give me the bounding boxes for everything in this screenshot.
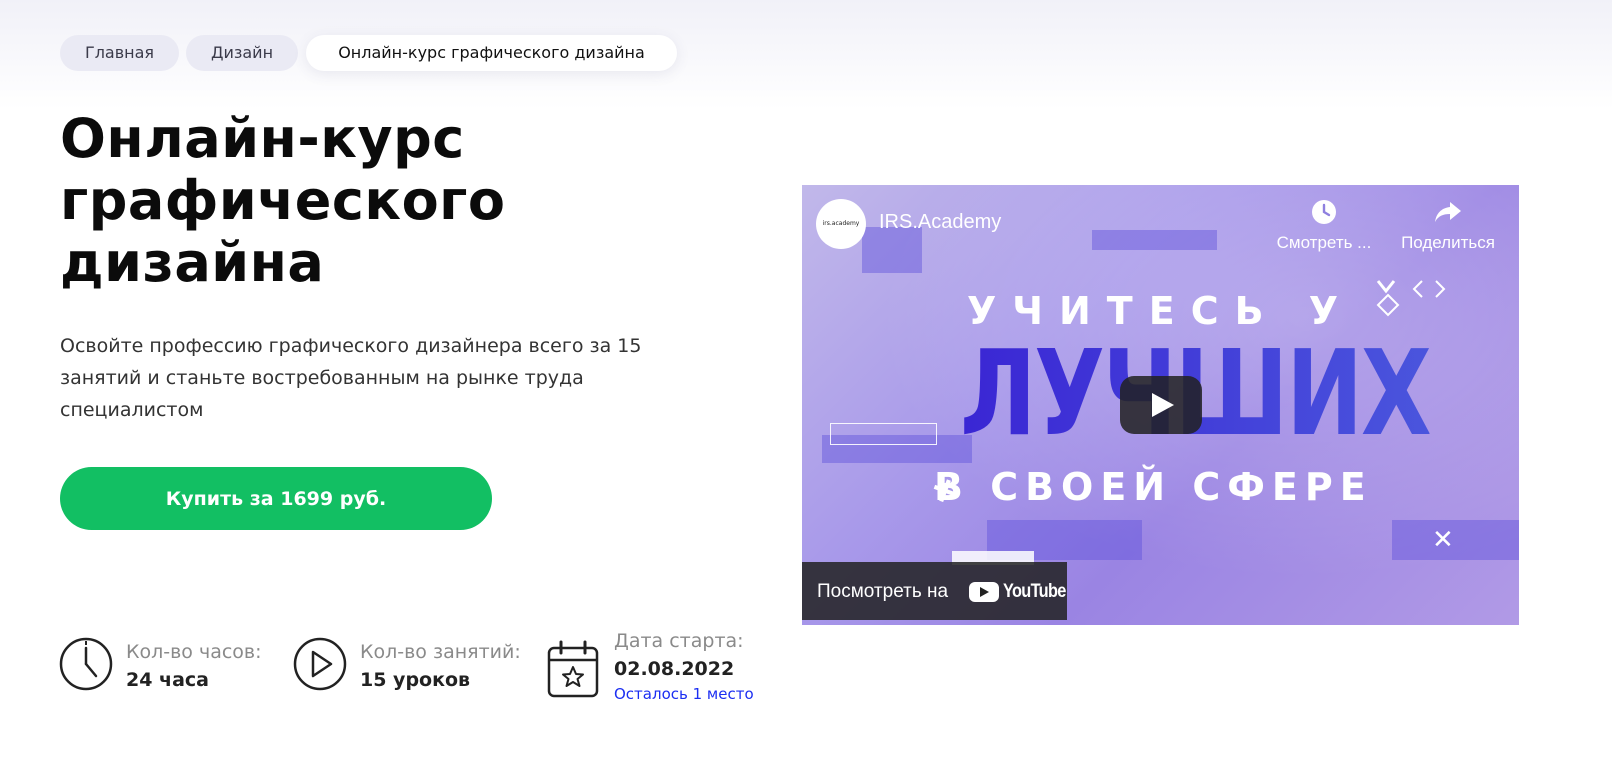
title-line-3: дизайна: [60, 231, 325, 294]
deco-outline: [830, 423, 937, 445]
deco-block: [1392, 520, 1519, 560]
video-player[interactable]: irs.academy IRS.Academy Смотреть ... Под…: [802, 185, 1519, 625]
share-button[interactable]: Поделиться: [1396, 199, 1500, 253]
channel-avatar[interactable]: irs.academy: [816, 199, 866, 249]
deco-block: [1092, 230, 1217, 250]
lessons-value: 15 уроков: [360, 669, 471, 691]
title-line-1: Онлайн-курс: [60, 107, 465, 170]
thumbnail-line-3: В СВОЕЙ СФЕРЕ: [934, 465, 1373, 509]
start-date-stat: Дата старта: 02.08.2022 Осталось 1 место: [546, 628, 786, 708]
play-circle-icon: [293, 637, 347, 691]
lessons-label: Кол-во занятий:: [360, 641, 521, 663]
watch-later-button[interactable]: Смотреть ...: [1272, 199, 1376, 253]
watch-later-label: Смотреть ...: [1276, 233, 1372, 252]
lessons-stat: Кол-во занятий: 15 уроков: [292, 636, 542, 696]
youtube-play-glyph: [969, 582, 999, 602]
title-line-2: графического: [60, 169, 506, 232]
seats-left-note: Осталось 1 место: [614, 685, 754, 703]
clock-icon: [59, 637, 113, 691]
watch-later-icon: [1312, 200, 1336, 224]
course-description: Освойте профессию графического дизайнера…: [60, 330, 680, 426]
breadcrumb-current: Онлайн-курс графического дизайна: [306, 35, 677, 71]
buy-button[interactable]: Купить за 1699 руб.: [60, 467, 492, 530]
channel-name[interactable]: IRS.Academy: [879, 211, 1001, 234]
share-label: Поделиться: [1401, 233, 1495, 252]
hours-label: Кол-во часов:: [126, 641, 262, 663]
share-icon: [1435, 202, 1461, 222]
start-date-value: 02.08.2022: [614, 658, 735, 680]
watch-on-label: Посмотреть на: [817, 581, 949, 602]
hours-value: 24 часа: [126, 669, 210, 691]
description-line-1: Освойте профессию графического дизайнера…: [60, 335, 642, 357]
youtube-wordmark: YouTube: [1003, 581, 1066, 602]
breadcrumb-design[interactable]: Дизайн: [186, 35, 298, 71]
play-button-icon[interactable]: [1120, 376, 1202, 434]
page-title: Онлайн-курс графического дизайна: [60, 108, 700, 294]
description-line-3: специалистом: [60, 399, 204, 421]
thumbnail-cross-icon: ✕: [1432, 525, 1454, 555]
start-date-label: Дата старта:: [614, 630, 744, 652]
watch-on-youtube-button[interactable]: Посмотреть на YouTube: [802, 562, 1067, 620]
breadcrumb-home[interactable]: Главная: [60, 35, 179, 71]
chevrons-icon: [1376, 280, 1446, 317]
calendar-star-icon: [547, 640, 599, 698]
description-line-2: занятий и станьте востребованным на рынк…: [60, 367, 584, 389]
hours-stat: Кол-во часов: 24 часа: [58, 636, 288, 696]
